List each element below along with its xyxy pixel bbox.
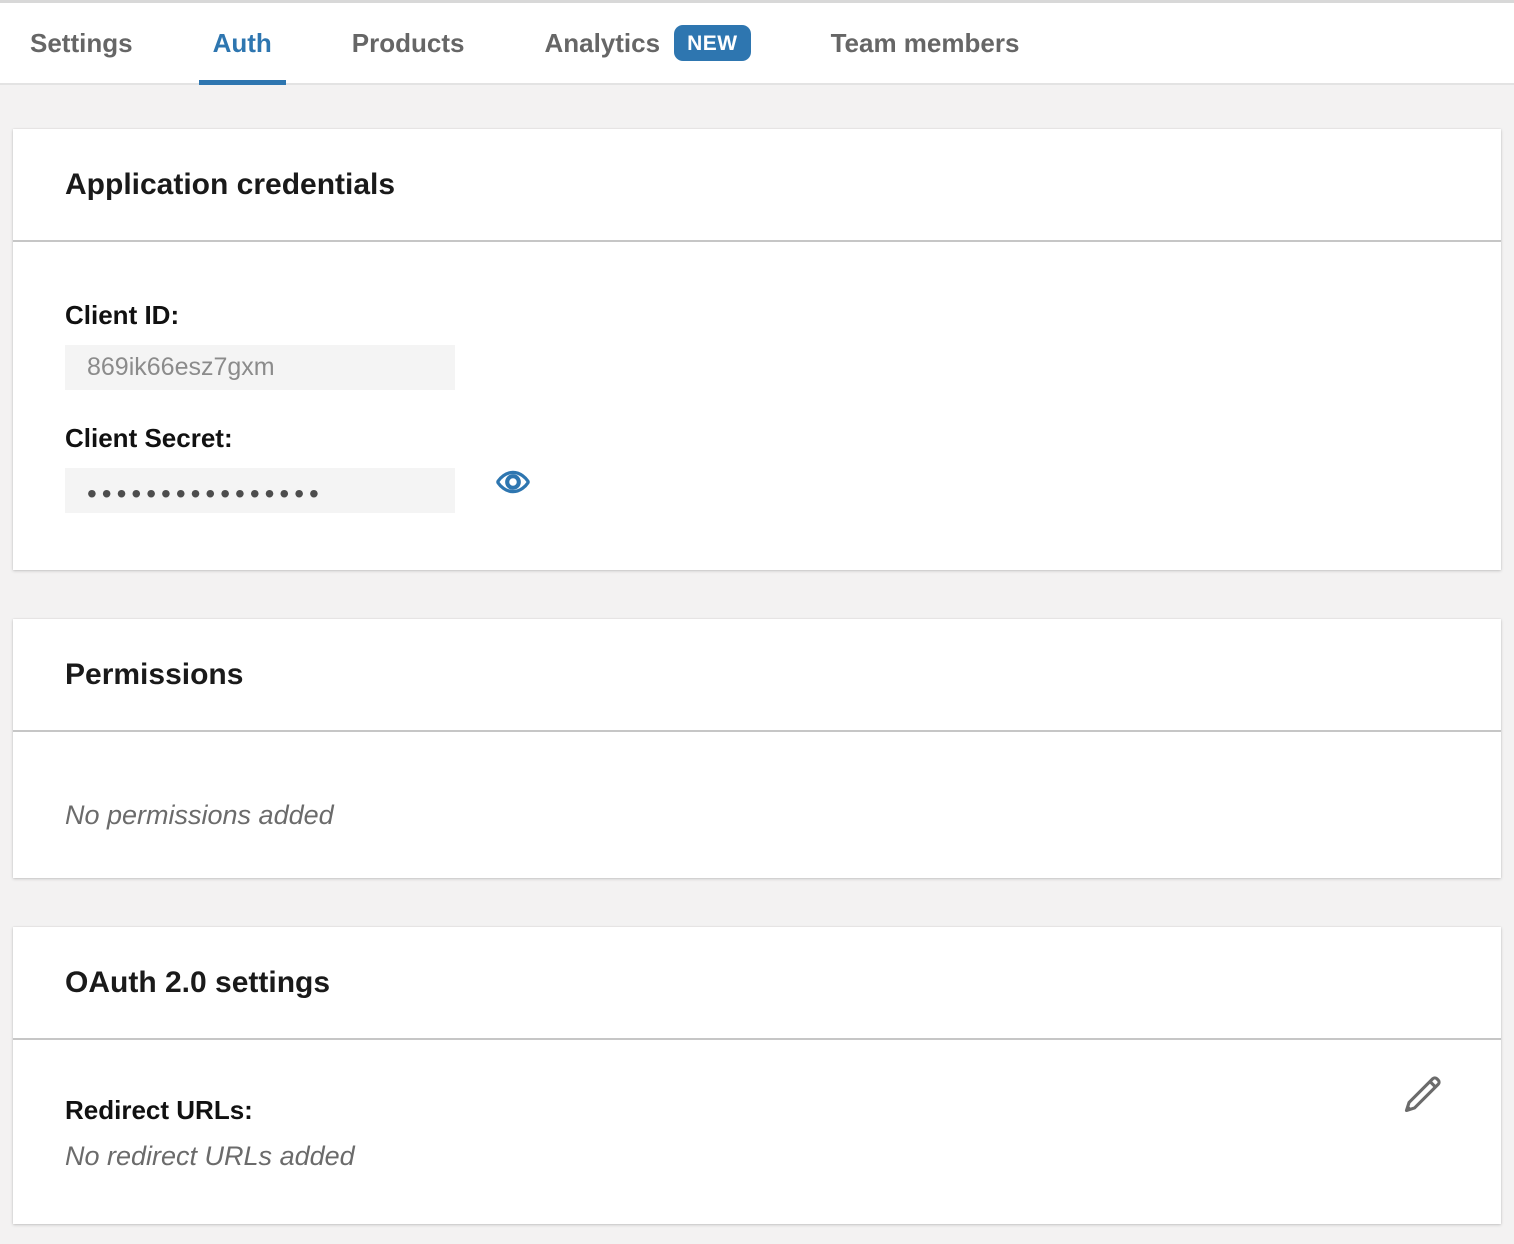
eye-icon [496,465,530,502]
page-content: Application credentials Client ID: 869ik… [0,85,1514,1236]
permissions-empty-text: No permissions added [65,800,1449,830]
tab-analytics-label: Analytics [544,28,660,59]
application-credentials-body: Client ID: 869ik66esz7gxm Client Secret:… [13,242,1501,570]
client-secret-row: •••••••••••••••• [65,453,1449,513]
tab-bar: Settings Auth Products Analytics NEW Tea… [0,3,1514,85]
oauth-settings-card: OAuth 2.0 settings Redirect URLs: No red… [13,927,1501,1224]
permissions-body: No permissions added [13,732,1501,878]
tab-team-members-label: Team members [831,28,1020,59]
tab-products[interactable]: Products [352,3,465,83]
application-credentials-card: Application credentials Client ID: 869ik… [13,129,1501,570]
redirect-urls-empty-text: No redirect URLs added [65,1141,1449,1171]
tab-analytics[interactable]: Analytics NEW [544,3,750,83]
edit-redirect-urls-button[interactable] [1401,1073,1445,1117]
tab-team-members[interactable]: Team members [831,3,1020,83]
tab-auth-label: Auth [213,28,272,59]
permissions-card: Permissions No permissions added [13,619,1501,878]
redirect-urls-label: Redirect URLs: [65,1095,1449,1125]
client-secret-label: Client Secret: [65,423,1449,453]
application-credentials-title: Application credentials [13,129,1501,242]
permissions-title: Permissions [13,619,1501,732]
pencil-icon [1401,1072,1445,1119]
oauth-settings-title: OAuth 2.0 settings [13,927,1501,1040]
tab-products-label: Products [352,28,465,59]
tab-settings[interactable]: Settings [30,3,133,83]
tab-auth[interactable]: Auth [213,3,272,83]
client-id-field[interactable]: 869ik66esz7gxm [65,345,455,390]
new-badge: NEW [674,25,751,61]
tab-settings-label: Settings [30,28,133,59]
client-secret-field[interactable]: •••••••••••••••• [65,468,455,513]
show-secret-button[interactable] [496,466,530,500]
client-id-label: Client ID: [65,300,1449,330]
oauth-settings-body: Redirect URLs: No redirect URLs added [13,1040,1501,1224]
